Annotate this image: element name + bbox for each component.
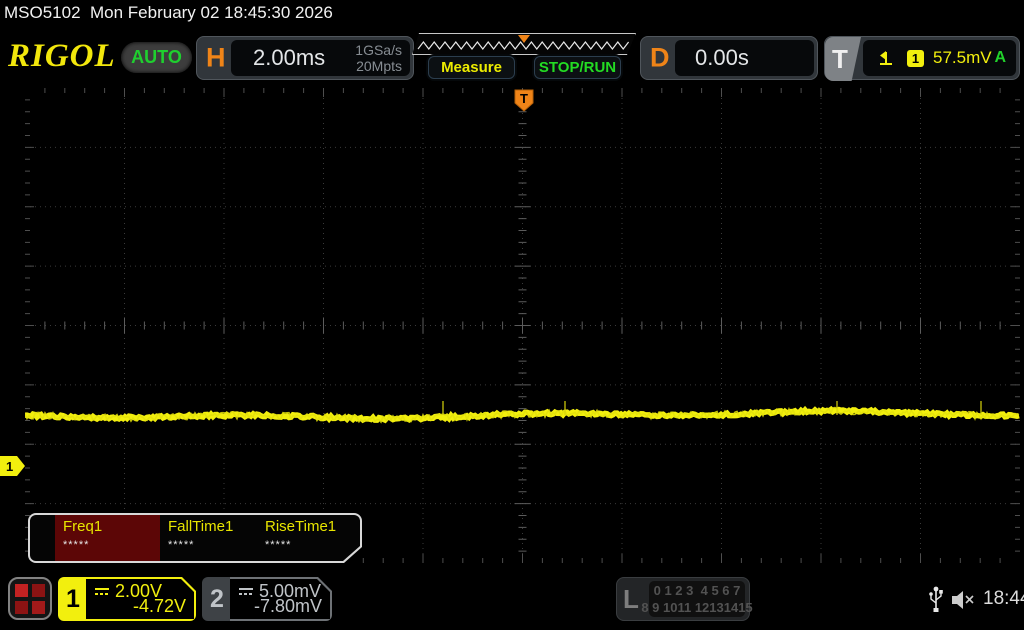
horizontal-settings-block[interactable]: H 2.00ms 1GSa/s 20Mpts <box>196 36 414 80</box>
measurement-label: FallTime1 <box>168 518 234 535</box>
menu-square-icon <box>32 583 45 597</box>
sample-rate: 1GSa/s <box>355 42 402 58</box>
channel1-body: 2.00V -4.72V <box>86 577 196 621</box>
dc-coupling-icon <box>238 587 254 597</box>
model-and-datetime: MSO5102 Mon February 02 18:45:30 2026 <box>4 3 333 22</box>
logic-row2: 8 9 1011 12131415 <box>641 600 753 615</box>
channel2-body: 5.00mV -7.80mV <box>230 577 332 621</box>
channel2-status-block[interactable]: 2 5.00mV -7.80mV <box>202 577 332 621</box>
delay-value: 0.00s <box>695 45 749 70</box>
measurement-panel: Freq1 ***** FallTime1 ***** RiseTime1 **… <box>28 513 362 563</box>
stop-run-button[interactable]: STOP/RUN <box>534 56 621 79</box>
channel2-offset: -7.80mV <box>253 596 322 616</box>
oscilloscope-screen: MSO5102 Mon February 02 18:45:30 2026 RI… <box>0 0 1024 630</box>
measurement-value: ***** <box>63 539 90 551</box>
logic-channels-block[interactable]: L 0 1 2 3 4 5 6 7 8 9 1011 12131415 <box>616 577 753 621</box>
memory-position-pointer-icon <box>518 35 530 43</box>
clock: 18:44 <box>983 588 1024 609</box>
measurement-label: RiseTime1 <box>265 518 337 535</box>
measurement-value: ***** <box>265 539 292 551</box>
menu-square-icon <box>32 600 45 614</box>
graticule-and-trace <box>25 88 1020 563</box>
horizontal-label: H <box>206 42 226 73</box>
measurement-value: ***** <box>168 539 195 551</box>
trigger-position-glyph: T <box>520 91 528 106</box>
trigger-values: 1 57.5mV A <box>863 40 1016 76</box>
measurement-panel-body: Freq1 ***** FallTime1 ***** RiseTime1 **… <box>30 515 360 561</box>
measurement-item-falltime1[interactable]: FallTime1 ***** <box>160 515 257 561</box>
measurement-label: Freq1 <box>63 518 103 535</box>
menu-square-icon <box>15 583 28 597</box>
logic-channel-list: 0 1 2 3 4 5 6 7 8 9 1011 12131415 <box>641 581 753 617</box>
channel1-offset: -4.72V <box>132 596 186 616</box>
logic-row1: 0 1 2 3 4 5 6 7 <box>653 583 741 598</box>
delay-settings-block[interactable]: D 0.00s <box>640 36 818 80</box>
edge-trigger-icon <box>880 51 892 65</box>
trigger-position-marker[interactable]: T <box>514 89 534 113</box>
dc-coupling-icon <box>94 587 110 597</box>
channel1-body-inner: 2.00V -4.72V <box>86 579 194 619</box>
channel2-number-tab: 2 <box>202 577 232 621</box>
trigger-level-value: 57.5mV <box>933 48 992 67</box>
measurement-item-freq1[interactable]: Freq1 ***** <box>55 515 160 561</box>
trigger-sweep-mode: A <box>994 49 1006 66</box>
horizontal-values: 2.00ms 1GSa/s 20Mpts <box>231 40 410 76</box>
trigger-tab: T <box>825 37 861 81</box>
trigger-label: T <box>832 43 848 74</box>
measure-button[interactable]: Measure <box>428 56 515 79</box>
channel2-body-inner: 5.00mV -7.80mV <box>230 579 330 619</box>
logic-label: L <box>623 583 639 614</box>
sample-rate-memdepth: 1GSa/s 20Mpts <box>355 42 402 74</box>
memory-depth: 20Mpts <box>356 58 402 74</box>
timebase-value: 2.00ms <box>253 45 326 70</box>
delay-values: 0.00s <box>675 40 814 76</box>
channel1-number-tab: 1 <box>58 577 88 621</box>
usb-icon <box>929 586 943 612</box>
mute-speaker-icon <box>952 591 974 609</box>
menu-grid-icon <box>15 583 45 614</box>
rigol-logo: RIGOL <box>8 38 116 74</box>
trigger-settings-block[interactable]: T 1 57.5mV A <box>824 36 1020 81</box>
measurement-spacer <box>30 515 55 561</box>
main-menu-button[interactable] <box>8 577 52 620</box>
acquisition-mode-badge: AUTO <box>121 42 192 73</box>
channel1-level-marker[interactable]: 1 <box>0 456 25 476</box>
delay-label: D <box>650 42 670 73</box>
trigger-source-badge: 1 <box>907 49 924 67</box>
menu-square-icon <box>15 600 28 614</box>
channel1-status-block[interactable]: 1 2.00V -4.72V <box>58 577 196 621</box>
measurement-item-risetime1[interactable]: RiseTime1 ***** <box>257 515 357 561</box>
